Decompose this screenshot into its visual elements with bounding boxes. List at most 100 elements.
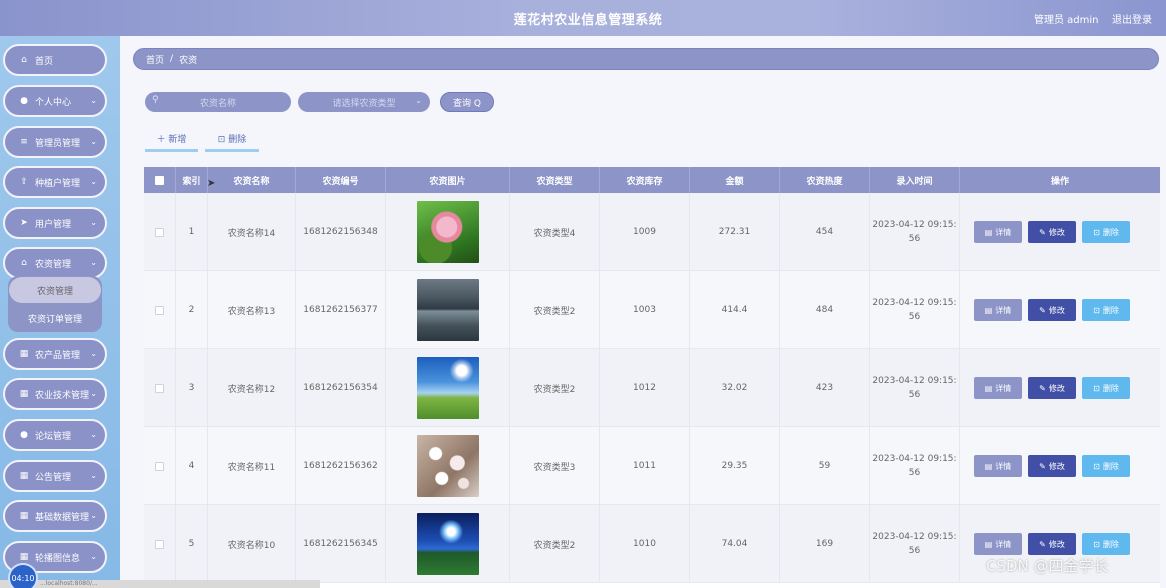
delete-button[interactable]: ⊡ 删除 bbox=[1082, 377, 1130, 399]
cell-type: 农资类型2 bbox=[510, 271, 600, 349]
edit-button-label: 修改 bbox=[1048, 305, 1065, 315]
sidebar-item[interactable]: ▦ 农业技术管理 ⌄ bbox=[3, 378, 107, 410]
time-cell: 2023-04-12 09:15: 56 bbox=[870, 427, 960, 505]
search-icon: ⚲ bbox=[152, 95, 159, 105]
sidebar-item-label: 农产品管理 bbox=[35, 350, 81, 361]
supply-thumbnail[interactable] bbox=[416, 201, 479, 263]
cell-amount: 29.35 bbox=[690, 427, 780, 505]
edit-button[interactable]: ✎ 修改 bbox=[1028, 533, 1076, 555]
time-cell: 2023-04-12 09:15: 56 bbox=[870, 505, 960, 583]
cell-index: 5 bbox=[176, 505, 208, 583]
edit-button[interactable]: ✎ 修改 bbox=[1028, 221, 1076, 243]
grid-icon: ▦ bbox=[19, 552, 29, 562]
row-checkbox[interactable] bbox=[155, 305, 164, 315]
entry-time-seconds: 56 bbox=[908, 468, 921, 478]
delete-button[interactable]: ⊡ 删除 bbox=[1082, 455, 1130, 477]
cell-name: 农资名称14 bbox=[208, 193, 296, 271]
delete-button[interactable]: ⊡ 删除 bbox=[1082, 221, 1130, 243]
breadcrumb-home[interactable]: 首页 bbox=[146, 53, 164, 66]
list-icon: ≡ bbox=[20, 137, 28, 147]
sidebar-item[interactable]: ▦ 公告管理 ⌄ bbox=[3, 460, 107, 492]
row-checkbox[interactable] bbox=[155, 383, 164, 393]
entry-time-seconds: 56 bbox=[908, 234, 921, 244]
sidebar-item-label: 个人中心 bbox=[35, 97, 72, 108]
cell-type: 农资类型4 bbox=[510, 193, 600, 271]
cell-code: 1681262156348 bbox=[296, 193, 386, 271]
detail-button-label: 详情 bbox=[995, 227, 1012, 237]
supply-thumbnail[interactable] bbox=[416, 435, 479, 497]
chevron-down-icon: ⌄ bbox=[90, 96, 97, 105]
image-cell bbox=[386, 349, 510, 427]
search-placeholder: 农资名称 bbox=[199, 98, 236, 109]
image-cell bbox=[386, 505, 510, 583]
sidebar-item[interactable]: ⌂ 首页 bbox=[3, 44, 107, 76]
batch-delete-button[interactable]: ⊡ 删除 bbox=[205, 128, 259, 152]
status-bar: ...localhost:8080/... bbox=[0, 580, 320, 588]
grid-icon: ▦ bbox=[19, 389, 29, 399]
row-checkbox[interactable] bbox=[155, 461, 164, 471]
logout-link[interactable]: 退出登录 bbox=[1112, 11, 1152, 26]
entry-time-seconds: 56 bbox=[908, 390, 921, 400]
trash-icon: ⊡ bbox=[1093, 383, 1100, 393]
submenu-item-supplies[interactable]: 农资管理 bbox=[9, 277, 101, 303]
cell-heat: 169 bbox=[780, 505, 870, 583]
watermark: CSDN @四金学长 bbox=[986, 557, 1109, 575]
select-all-checkbox[interactable] bbox=[155, 175, 164, 185]
recording-timer: 04:10 bbox=[8, 563, 38, 588]
sidebar-item[interactable]: ▦ 农产品管理 ⌄ bbox=[3, 338, 107, 370]
sidebar-item-label: 用户管理 bbox=[35, 219, 72, 230]
supply-thumbnail[interactable] bbox=[416, 357, 479, 419]
entry-time-date: 2023-04-12 09:15: bbox=[872, 298, 957, 308]
detail-button[interactable]: ▤ 详情 bbox=[974, 455, 1022, 477]
sidebar-item-label: 公告管理 bbox=[35, 472, 72, 483]
search-input[interactable]: ⚲ 农资名称 bbox=[145, 92, 291, 112]
user-icon: ● bbox=[20, 430, 28, 440]
sidebar-item[interactable]: ● 个人中心 ⌄ bbox=[3, 85, 107, 117]
edit-button[interactable]: ✎ 修改 bbox=[1028, 299, 1076, 321]
detail-button[interactable]: ▤ 详情 bbox=[974, 533, 1022, 555]
cell-name: 农资名称10 bbox=[208, 505, 296, 583]
type-select[interactable]: 请选择农资类型 ⌄ bbox=[298, 92, 430, 112]
delete-button[interactable]: ⊡ 删除 bbox=[1082, 533, 1130, 555]
detail-button[interactable]: ▤ 详情 bbox=[974, 221, 1022, 243]
query-button[interactable]: 查询 Q bbox=[440, 92, 494, 112]
row-checkbox[interactable] bbox=[155, 227, 164, 237]
table-row: 3 农资名称12 1681262156354 农资类型2 1012 32.02 423 202… bbox=[144, 349, 1160, 427]
cell-stock: 1012 bbox=[600, 349, 690, 427]
table-row: 4 农资名称11 1681262156362 农资类型3 1011 29.35 59 2023… bbox=[144, 427, 1160, 505]
cell-type: 农资类型2 bbox=[510, 505, 600, 583]
detail-button[interactable]: ▤ 详情 bbox=[974, 299, 1022, 321]
chevron-down-icon: ⌄ bbox=[90, 389, 97, 398]
chevron-down-icon: ⌄ bbox=[90, 471, 97, 480]
row-select-cell bbox=[144, 349, 176, 427]
supply-thumbnail[interactable] bbox=[416, 279, 479, 341]
upload-icon: ⇪ bbox=[20, 177, 28, 187]
sidebar-item[interactable]: ⇪ 种植户管理 ⌄ bbox=[3, 166, 107, 198]
supply-thumbnail[interactable] bbox=[416, 513, 479, 575]
cell-amount: 32.02 bbox=[690, 349, 780, 427]
sidebar-item[interactable]: ⌂ 农资管理 ⌄ bbox=[3, 247, 107, 279]
document-icon: ▤ bbox=[984, 305, 993, 315]
home-icon: ⌂ bbox=[21, 55, 27, 65]
edit-button-label: 修改 bbox=[1048, 227, 1065, 237]
edit-button[interactable]: ✎ 修改 bbox=[1028, 455, 1076, 477]
row-checkbox[interactable] bbox=[155, 539, 164, 549]
image-cell bbox=[386, 427, 510, 505]
sidebar-item-label: 基础数据管理 bbox=[35, 512, 90, 523]
add-button[interactable]: ＋ 新增 bbox=[145, 128, 198, 152]
sidebar-item[interactable]: ➤ 用户管理 ⌄ bbox=[3, 207, 107, 239]
cell-index: 1 bbox=[176, 193, 208, 271]
detail-button[interactable]: ▤ 详情 bbox=[974, 377, 1022, 399]
sidebar-item-label: 种植户管理 bbox=[35, 178, 81, 189]
cell-amount: 414.4 bbox=[690, 271, 780, 349]
submenu-item-supply-orders[interactable]: 农资订单管理 bbox=[9, 305, 101, 331]
sidebar-item[interactable]: ● 论坛管理 ⌄ bbox=[3, 419, 107, 451]
delete-button[interactable]: ⊡ 删除 bbox=[1082, 299, 1130, 321]
edit-button[interactable]: ✎ 修改 bbox=[1028, 377, 1076, 399]
time-cell: 2023-04-12 09:15: 56 bbox=[870, 193, 960, 271]
sidebar-item[interactable]: ≡ 管理员管理 ⌄ bbox=[3, 126, 107, 158]
sidebar-item[interactable]: ▦ 基础数据管理 ⌄ bbox=[3, 500, 107, 532]
column-header: 农资库存 bbox=[600, 167, 690, 193]
admin-label: 管理员 admin bbox=[1034, 15, 1099, 26]
submenu-agri-supplies: 农资管理 农资订单管理 bbox=[8, 276, 102, 332]
